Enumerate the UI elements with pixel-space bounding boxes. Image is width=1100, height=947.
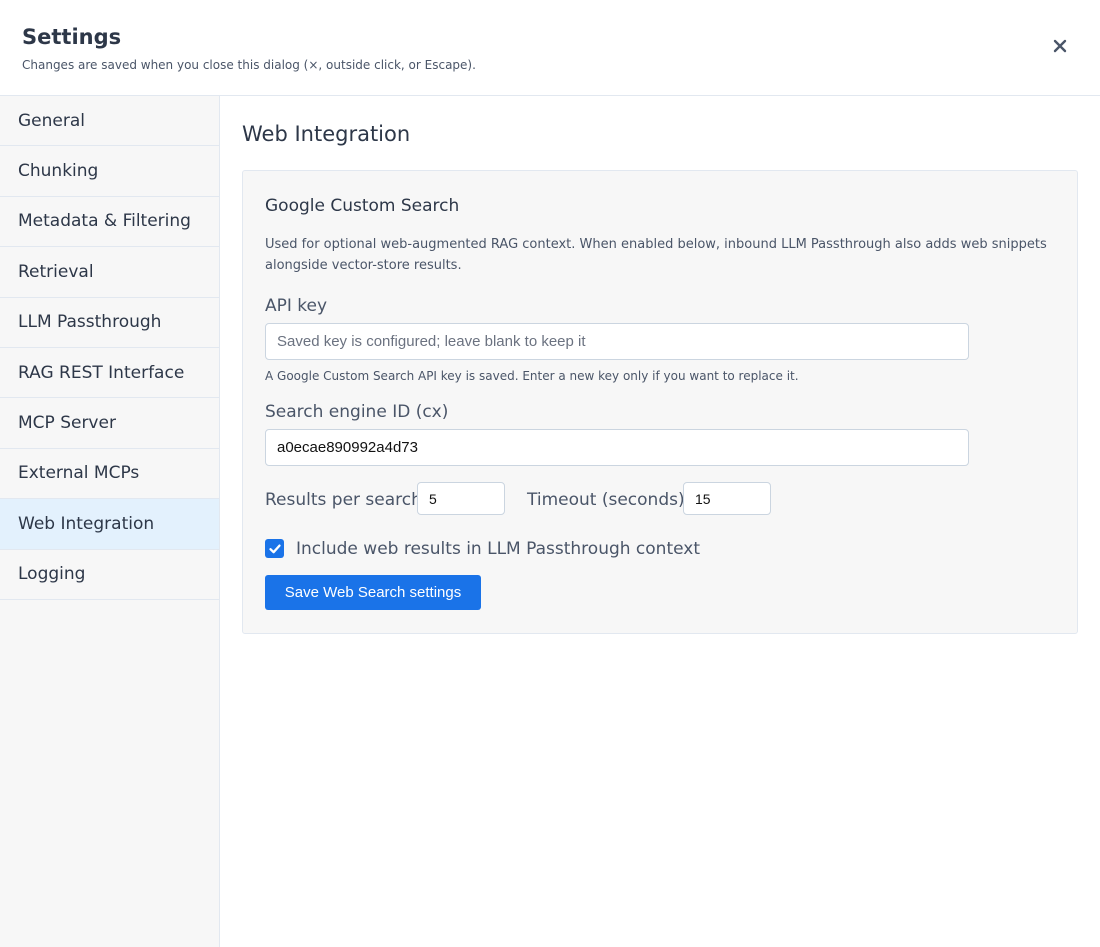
- sidebar-item-llm-passthrough[interactable]: LLM Passthrough: [0, 298, 219, 348]
- sidebar-item-label: MCP Server: [18, 413, 116, 434]
- dialog-title: Settings: [22, 25, 122, 49]
- search-engine-id-label: Search engine ID (cx): [265, 402, 449, 422]
- section-title: Web Integration: [242, 122, 411, 146]
- sidebar-item-label: Logging: [18, 564, 86, 585]
- sidebar-item-label: Metadata & Filtering: [18, 211, 191, 232]
- sidebar-item-label: External MCPs: [18, 463, 140, 484]
- sidebar-item-web-integration[interactable]: Web Integration: [0, 499, 219, 550]
- sidebar-item-label: LLM Passthrough: [18, 312, 162, 333]
- close-icon: [1053, 39, 1067, 53]
- dialog-header: Settings Changes are saved when you clos…: [0, 0, 1100, 96]
- sidebar-item-chunking[interactable]: Chunking: [0, 146, 219, 197]
- sidebar-item-retrieval[interactable]: Retrieval: [0, 247, 219, 298]
- dialog-subtitle: Changes are saved when you close this di…: [22, 58, 476, 72]
- sidebar-item-label: Chunking: [18, 161, 99, 182]
- sidebar-item-label: Retrieval: [18, 261, 94, 282]
- sidebar-item-label: RAG REST Interface: [18, 362, 185, 383]
- results-per-search-label: Results per search: [265, 490, 422, 510]
- search-engine-id-input[interactable]: [265, 429, 969, 466]
- api-key-input[interactable]: [265, 323, 969, 360]
- api-key-label: API key: [265, 296, 328, 316]
- checkmark-icon: [268, 543, 281, 553]
- sidebar-item-external-mcps[interactable]: External MCPs: [0, 449, 219, 500]
- card-title: Google Custom Search: [265, 196, 460, 216]
- sidebar-item-logging[interactable]: Logging: [0, 550, 219, 600]
- close-button[interactable]: [1044, 30, 1076, 62]
- settings-sidebar: General Chunking Metadata & Filtering Re…: [0, 96, 220, 947]
- settings-dialog: Settings Changes are saved when you clos…: [0, 0, 1100, 947]
- sidebar-item-mcp-server[interactable]: MCP Server: [0, 398, 219, 449]
- sidebar-item-general[interactable]: General: [0, 96, 219, 147]
- save-web-search-button[interactable]: Save Web Search settings: [265, 575, 481, 610]
- sidebar-item-rag-rest-interface[interactable]: RAG REST Interface: [0, 348, 219, 399]
- sidebar-item-label: General: [18, 110, 85, 131]
- api-key-hint: A Google Custom Search API key is saved.…: [265, 369, 799, 383]
- include-web-results-label[interactable]: Include web results in LLM Passthrough c…: [296, 539, 700, 559]
- sidebar-item-label: Web Integration: [18, 513, 155, 534]
- sidebar-item-metadata-filtering[interactable]: Metadata & Filtering: [0, 197, 219, 248]
- google-custom-search-card: Google Custom Search Used for optional w…: [242, 170, 1078, 634]
- timeout-input[interactable]: [683, 482, 771, 515]
- card-description: Used for optional web-augmented RAG cont…: [265, 237, 1047, 273]
- settings-content: Web Integration Google Custom Search Use…: [220, 96, 1100, 947]
- include-web-results-checkbox[interactable]: [265, 539, 284, 558]
- results-per-search-input[interactable]: [417, 482, 505, 515]
- timeout-label: Timeout (seconds): [527, 490, 685, 510]
